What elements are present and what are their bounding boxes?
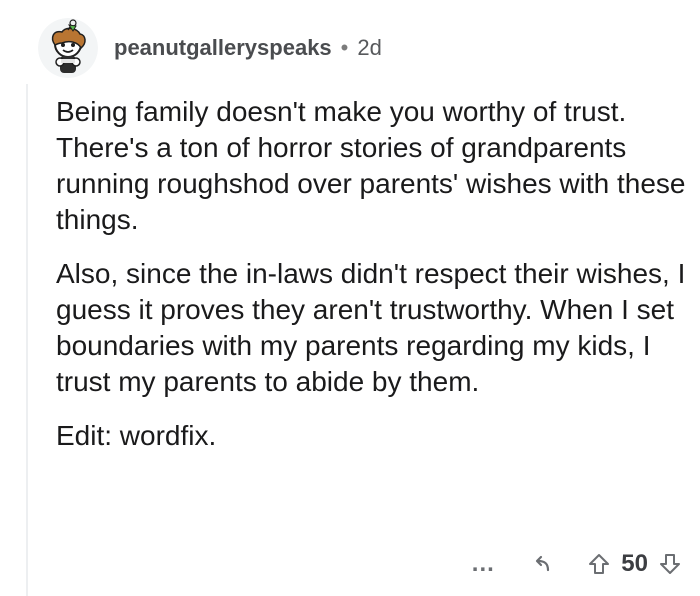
downvote-arrow-icon [660, 554, 680, 574]
more-options-button[interactable]: ... [463, 550, 503, 578]
comment-actions: ... 50 [463, 546, 684, 582]
reply-arrow-icon [536, 555, 550, 572]
comment-paragraph-1: Being family doesn't make you worthy of … [56, 96, 686, 235]
snoo-avatar-icon [38, 18, 98, 78]
downvote-button[interactable] [656, 551, 684, 577]
comment-paragraph-3: Edit: wordfix. [56, 420, 217, 451]
upvote-arrow-icon [589, 554, 610, 574]
comment-paragraph-2: Also, since the in-laws didn't respect t… [56, 258, 686, 397]
upvote-button[interactable] [585, 551, 613, 577]
more-options-icon: ... [471, 550, 495, 577]
vote-score: 50 [621, 550, 648, 577]
username-link[interactable]: peanutgalleryspeaks [114, 35, 332, 61]
user-avatar[interactable] [38, 18, 98, 78]
comment-header: peanutgalleryspeaks • 2d [38, 18, 382, 78]
comment-meta: peanutgalleryspeaks • 2d [114, 35, 382, 61]
comment-body: Being family doesn't make you worthy of … [56, 94, 686, 472]
meta-separator: • [340, 35, 349, 60]
comment-card: peanutgalleryspeaks • 2d Being family do… [0, 0, 700, 596]
reply-button[interactable] [527, 551, 561, 577]
thread-line[interactable] [26, 84, 28, 596]
comment-age: 2d [357, 35, 382, 60]
